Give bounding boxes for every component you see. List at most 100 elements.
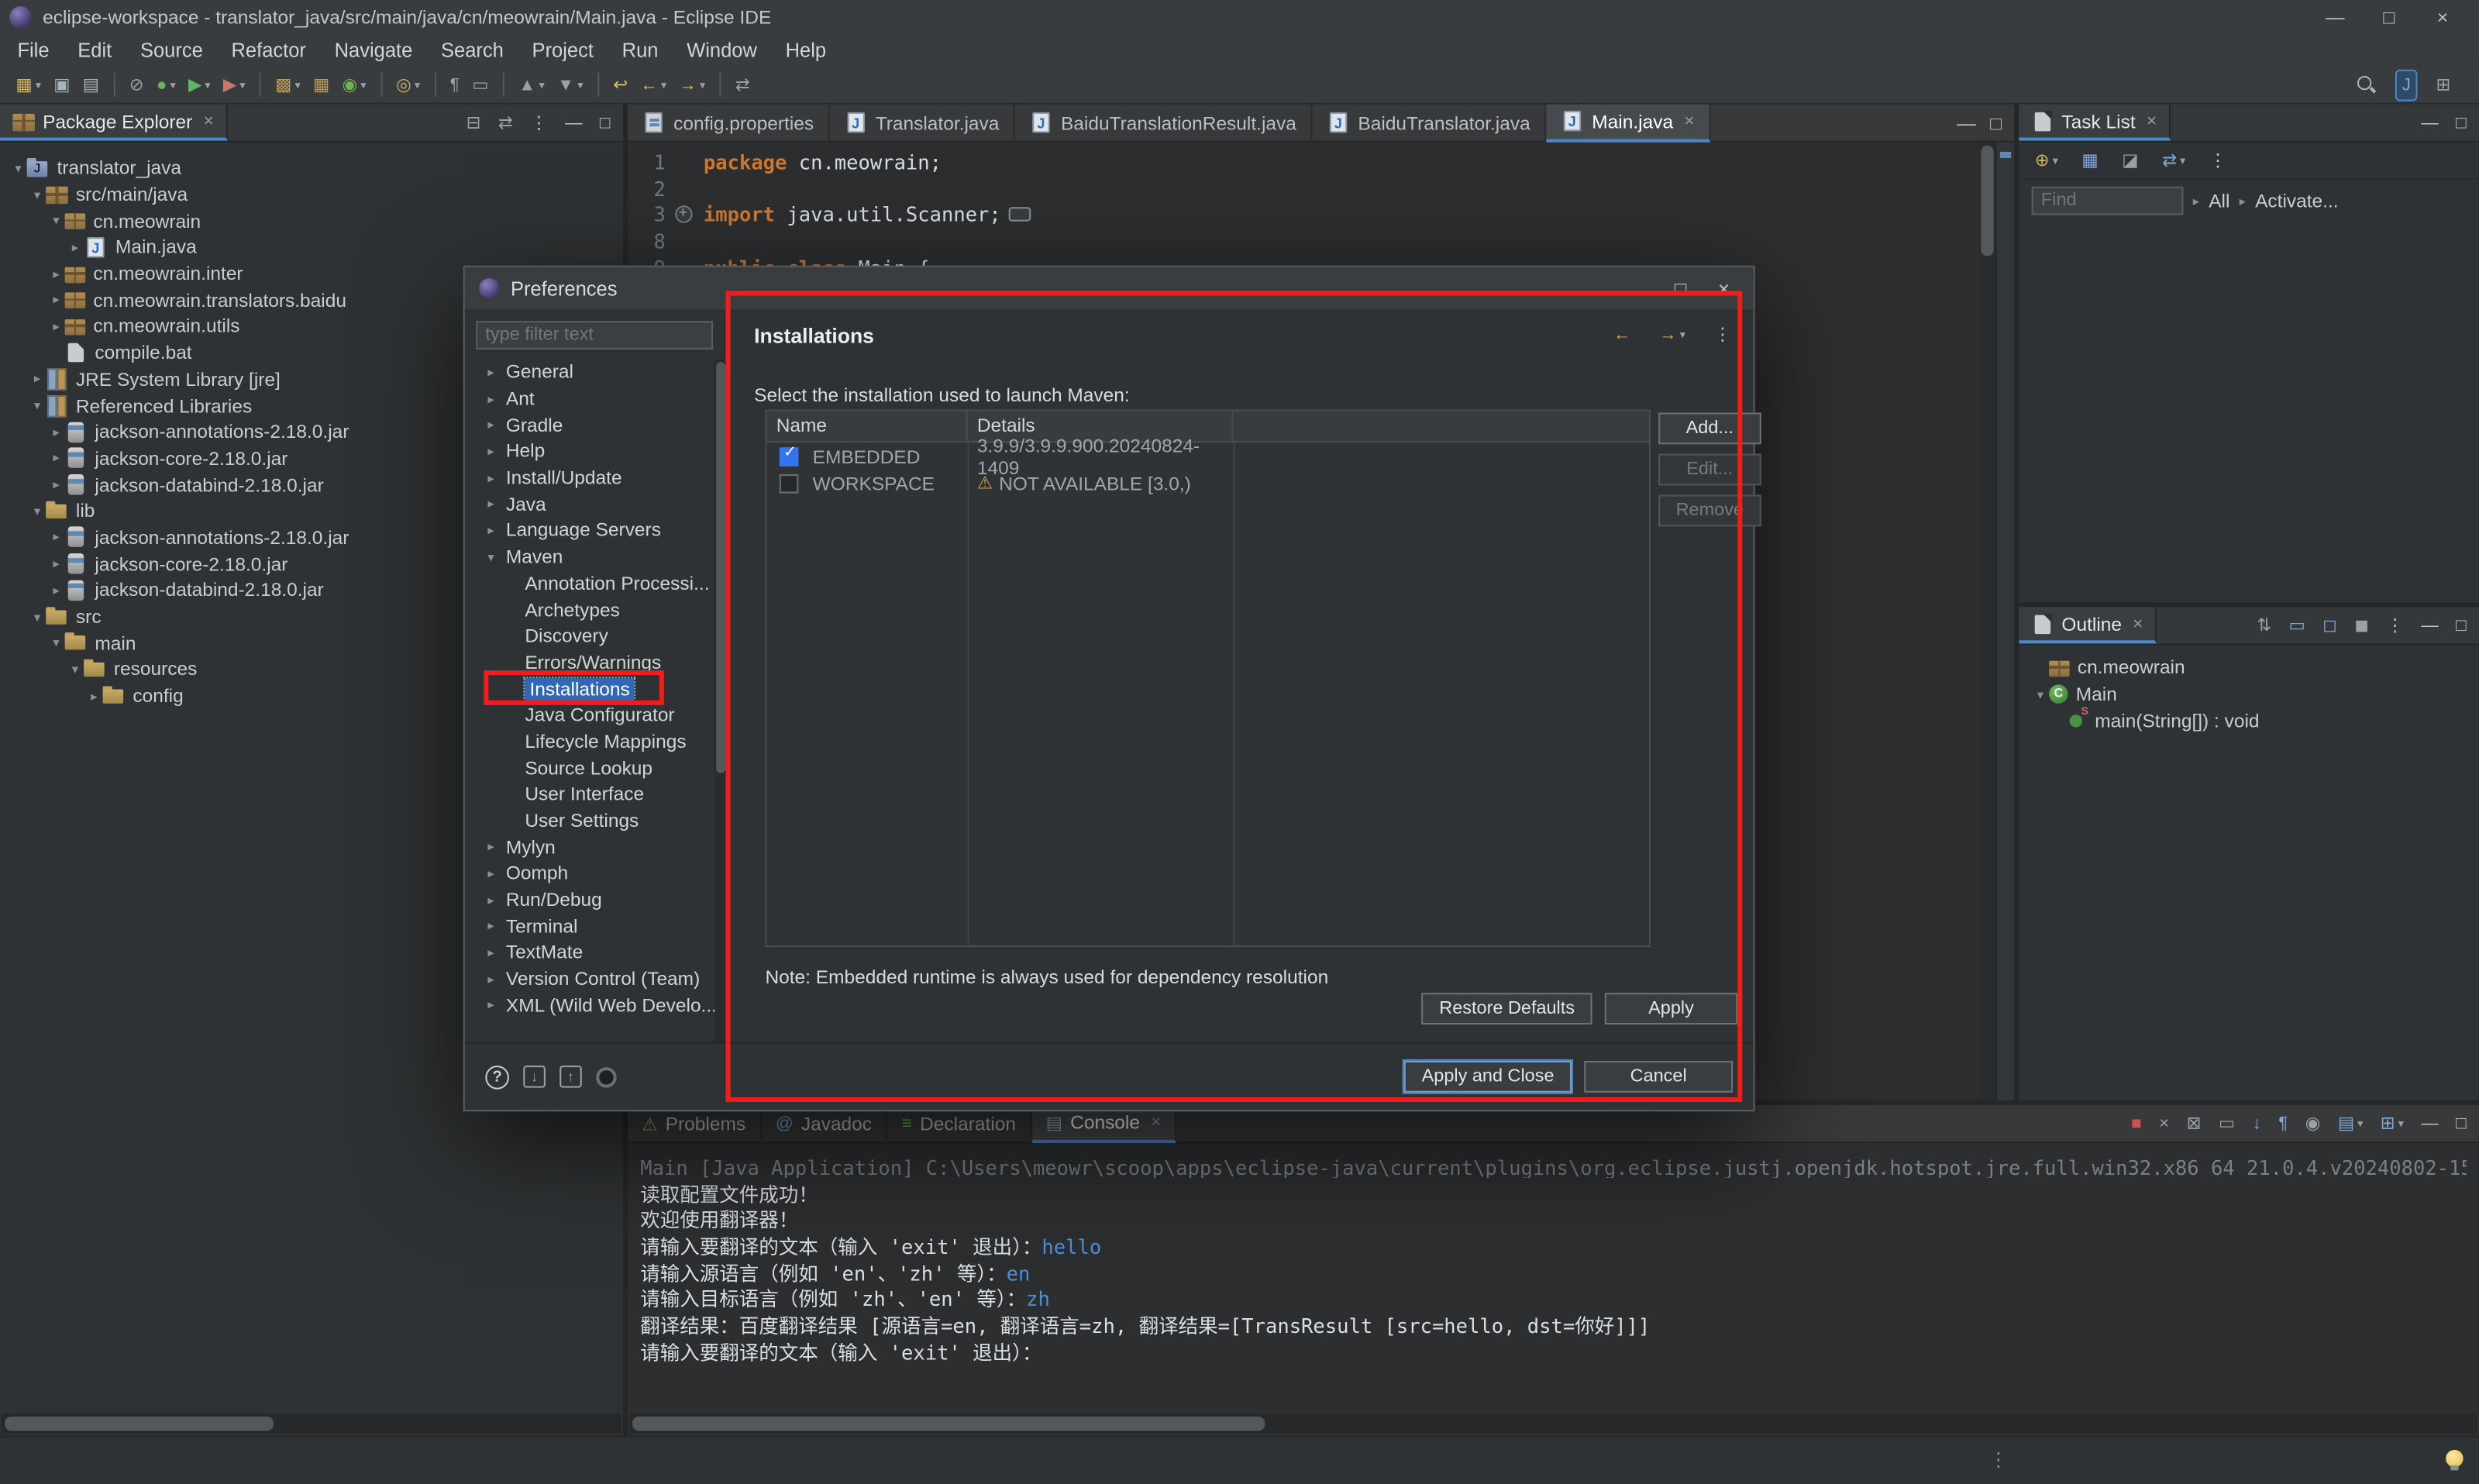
- sort-icon[interactable]: ⇅: [2257, 615, 2271, 637]
- close-view-icon[interactable]: ×: [2147, 112, 2157, 130]
- preference-item[interactable]: ▾Maven: [476, 543, 727, 570]
- maximize-icon[interactable]: □: [2456, 112, 2467, 134]
- preference-item[interactable]: ▸Mylyn: [476, 834, 727, 860]
- collapse-arrow-icon[interactable]: ▾: [9, 161, 26, 175]
- menu-navigate[interactable]: Navigate: [320, 36, 426, 65]
- expand-arrow-icon[interactable]: ▸: [47, 425, 64, 439]
- scroll-lock-icon[interactable]: ↓: [2253, 1112, 2261, 1135]
- filter-completed-icon[interactable]: ◪: [2117, 146, 2143, 175]
- package-explorer-hscrollbar[interactable]: [2, 1413, 621, 1434]
- preference-item[interactable]: ▸Java: [476, 491, 727, 517]
- editor-tab-translator-java[interactable]: Translator.java: [830, 104, 1015, 142]
- preference-item[interactable]: Discovery: [476, 623, 727, 649]
- preference-item[interactable]: ▸Language Servers: [476, 517, 727, 543]
- maximize-icon[interactable]: □: [600, 112, 611, 134]
- menu-help[interactable]: Help: [771, 36, 840, 65]
- view-menu-icon[interactable]: ⋮: [2386, 615, 2403, 637]
- preference-item[interactable]: Archetypes: [476, 597, 727, 623]
- minimize-icon[interactable]: —: [2421, 1112, 2438, 1135]
- editor-tab-config-properties[interactable]: config.properties: [628, 104, 830, 142]
- explorer-item[interactable]: ▾src/main/java: [3, 181, 620, 208]
- import-preferences-icon[interactable]: ↓: [523, 1066, 546, 1088]
- overview-marker[interactable]: [2000, 152, 2011, 158]
- expand-arrow-icon[interactable]: ▸: [482, 998, 499, 1012]
- hide-static-members-icon[interactable]: ◻: [2322, 615, 2337, 637]
- menu-refactor[interactable]: Refactor: [217, 36, 320, 65]
- explorer-item[interactable]: ▸Main.java: [3, 234, 620, 260]
- installation-row[interactable]: EMBEDDED3.9.9/3.9.9.900.20240824-1409: [766, 442, 1648, 470]
- checked-checkbox[interactable]: [780, 446, 798, 465]
- preference-item[interactable]: ▸XML (Wild Web Develo...: [476, 992, 727, 1018]
- view-menu-icon[interactable]: ⋮: [530, 112, 547, 134]
- edit-button[interactable]: Edit...: [1658, 454, 1761, 486]
- close-dialog-button[interactable]: ×: [1718, 277, 1730, 300]
- cancel-button[interactable]: Cancel: [1584, 1061, 1733, 1093]
- expand-arrow-icon[interactable]: ▸: [47, 319, 64, 333]
- new-package-button[interactable]: ▦: [308, 71, 334, 99]
- explorer-item[interactable]: ▾cn.meowrain: [3, 208, 620, 234]
- minimize-icon[interactable]: —: [2421, 615, 2438, 637]
- expand-arrow-icon[interactable]: ▸: [482, 972, 499, 986]
- preference-item[interactable]: ▸Oomph: [476, 860, 727, 887]
- scrollbar-thumb[interactable]: [5, 1417, 274, 1431]
- open-console-icon[interactable]: ⊞▾: [2381, 1112, 2404, 1135]
- menu-window[interactable]: Window: [673, 36, 771, 65]
- expand-arrow-icon[interactable]: ▸: [482, 365, 499, 379]
- expand-arrow-icon[interactable]: ▸: [29, 372, 46, 386]
- explorer-item[interactable]: ▾translator_java: [3, 155, 620, 181]
- restore-defaults-button[interactable]: Restore Defaults: [1422, 993, 1592, 1024]
- collapsed-code-icon[interactable]: [1009, 208, 1031, 222]
- expand-arrow-icon[interactable]: ▸: [482, 444, 499, 458]
- terminate-icon[interactable]: ■: [2131, 1112, 2142, 1135]
- preference-item[interactable]: ▸Run/Debug: [476, 887, 727, 913]
- expand-arrow-icon[interactable]: ▸: [482, 866, 499, 880]
- minimize-icon[interactable]: —: [2421, 112, 2438, 134]
- expand-arrow-icon[interactable]: ▸: [482, 497, 499, 511]
- collapse-arrow-icon[interactable]: ▾: [29, 188, 46, 201]
- expand-arrow-icon[interactable]: ▸: [47, 477, 64, 491]
- expand-arrow-icon[interactable]: ▸: [47, 530, 64, 544]
- link-with-editor-button[interactable]: ⇄: [731, 71, 755, 99]
- toolbar-overflow-icon[interactable]: ⋮: [1989, 1448, 2008, 1471]
- menu-source[interactable]: Source: [126, 36, 218, 65]
- preferences-tree-scrollbar[interactable]: [714, 359, 727, 1042]
- expand-arrow-icon[interactable]: ▸: [482, 840, 499, 854]
- outline-item[interactable]: ▾Main: [2025, 681, 2475, 708]
- editor-vscrollbar[interactable]: [1979, 143, 1995, 1100]
- remove-launch-icon[interactable]: ×: [2159, 1112, 2169, 1135]
- preference-item[interactable]: ▸Version Control (Team): [476, 966, 727, 992]
- help-icon[interactable]: ?: [485, 1065, 509, 1089]
- mark-occurrences-button[interactable]: ▭: [467, 71, 493, 99]
- preference-item[interactable]: ▸General: [476, 359, 727, 385]
- expand-arrow-icon[interactable]: ▸: [67, 240, 84, 254]
- new-java-project-button[interactable]: ▩▾: [270, 71, 305, 99]
- maximize-dialog-button[interactable]: □: [1675, 277, 1686, 300]
- expand-arrow-icon[interactable]: ▸: [482, 919, 499, 933]
- preference-item[interactable]: ▸Terminal: [476, 913, 727, 939]
- search-button[interactable]: ◎▾: [391, 71, 425, 99]
- minimize-window-button[interactable]: —: [2309, 0, 2362, 35]
- external-tools-button[interactable]: ▶▾: [219, 71, 250, 99]
- close-view-icon[interactable]: ×: [2133, 615, 2143, 633]
- debug-button[interactable]: ●▾: [152, 71, 181, 99]
- minimize-editor-icon[interactable]: —: [1957, 112, 1975, 134]
- preference-item[interactable]: User Settings: [476, 807, 727, 834]
- console-output[interactable]: Main [Java Application] C:\Users\meowr\s…: [628, 1143, 2479, 1413]
- close-tab-icon[interactable]: ×: [1151, 1113, 1161, 1131]
- collapse-arrow-icon[interactable]: ▾: [482, 549, 499, 563]
- expand-arrow-icon[interactable]: ▸: [47, 267, 64, 281]
- outline-item[interactable]: main(String[]) : void: [2025, 708, 2475, 734]
- editor-tab-main-java[interactable]: Main.java×: [1546, 104, 1710, 142]
- collapse-arrow-icon[interactable]: ▾: [47, 636, 64, 650]
- back-history-icon[interactable]: ←: [1609, 321, 1636, 349]
- maximize-window-button[interactable]: □: [2362, 0, 2415, 35]
- editor-tab-baidutranslator-java[interactable]: BaiduTranslator.java: [1312, 104, 1546, 142]
- preference-item[interactable]: Java Configurator: [476, 702, 727, 728]
- new-task-icon[interactable]: ⊕▾: [2030, 146, 2063, 175]
- skip-breakpoints-button[interactable]: ⊘: [125, 71, 149, 99]
- synchronize-icon[interactable]: ⇄▾: [2157, 146, 2190, 175]
- apply-and-close-button[interactable]: Apply and Close: [1404, 1061, 1572, 1093]
- collapse-arrow-icon[interactable]: ▾: [47, 214, 64, 228]
- expand-arrow-icon[interactable]: ▸: [47, 584, 64, 597]
- collapse-arrow-icon[interactable]: ▾: [29, 610, 46, 624]
